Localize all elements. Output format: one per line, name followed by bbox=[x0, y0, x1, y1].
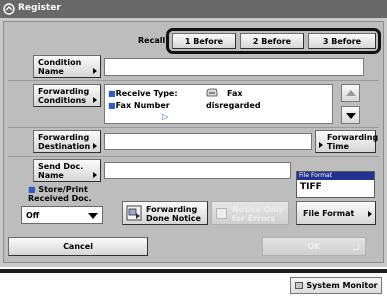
ok-label: OK bbox=[307, 242, 321, 251]
system-monitor-label: System Monitor bbox=[306, 281, 378, 290]
recall-label: Recall bbox=[138, 36, 166, 45]
notice-only-errors-button[interactable]: Notice Only for Errors bbox=[211, 201, 289, 225]
monitor-icon bbox=[295, 282, 303, 289]
cancel-button[interactable]: Cancel bbox=[8, 237, 148, 256]
notice-only-errors-label: Notice Only for Errors bbox=[232, 205, 285, 223]
forwarding-time-button[interactable]: Forwarding Time bbox=[315, 130, 379, 153]
arrow-right-icon bbox=[93, 143, 97, 149]
bullet-icon: ■ bbox=[28, 185, 39, 194]
fax-number-key: ■Fax Number bbox=[108, 101, 170, 110]
divider bbox=[8, 80, 379, 81]
recall-2-before-button[interactable]: 2 Before bbox=[240, 33, 304, 49]
fax-number-value: disregarded bbox=[206, 101, 261, 110]
scroll-down-icon bbox=[346, 113, 356, 119]
arrow-right-icon bbox=[319, 142, 323, 148]
file-format-display: File Format TIFF bbox=[296, 171, 375, 198]
forwarding-time-label: Forwarding Time bbox=[327, 133, 379, 151]
more-indicator-icon: ▷ bbox=[162, 112, 169, 121]
file-format-header: File Format bbox=[297, 172, 374, 180]
store-print-selected: Off bbox=[26, 211, 40, 220]
notice-icon bbox=[126, 205, 142, 221]
arrow-right-icon bbox=[93, 97, 97, 103]
status-bar: System Monitor bbox=[0, 269, 387, 296]
condition-name-button[interactable]: Condition Name bbox=[33, 55, 101, 78]
register-screen: Register Recall 1 Before 2 Before 3 Befo… bbox=[0, 0, 387, 267]
cancel-label: Cancel bbox=[63, 242, 93, 251]
forwarding-destination-field[interactable] bbox=[104, 133, 312, 150]
forwarding-destination-button[interactable]: Forwarding Destination bbox=[33, 130, 101, 153]
register-icon bbox=[3, 3, 15, 15]
send-doc-name-label: Send Doc. Name bbox=[38, 162, 84, 180]
divider bbox=[8, 156, 379, 157]
file-format-button[interactable]: File Format bbox=[296, 201, 376, 225]
ok-button[interactable]: OK bbox=[262, 237, 366, 256]
return-icon bbox=[353, 243, 359, 250]
condition-name-label: Condition Name bbox=[38, 58, 82, 76]
scroll-up-button[interactable] bbox=[341, 84, 360, 102]
scroll-up-icon bbox=[346, 90, 356, 96]
forwarding-done-notice-button[interactable]: Forwarding Done Notice bbox=[122, 201, 208, 225]
divider bbox=[8, 127, 379, 128]
condition-name-field[interactable] bbox=[104, 58, 364, 76]
forwarding-done-notice-label: Forwarding Done Notice bbox=[146, 205, 201, 223]
system-monitor-button[interactable]: System Monitor bbox=[290, 277, 382, 294]
checkbox-icon bbox=[216, 208, 227, 219]
send-doc-name-field[interactable] bbox=[104, 162, 291, 179]
arrow-right-icon bbox=[93, 172, 97, 178]
scroll-down-button[interactable] bbox=[341, 106, 360, 124]
fax-icon bbox=[206, 88, 218, 97]
receive-type-value: Fax bbox=[227, 89, 243, 98]
forwarding-conditions-label: Forwarding Conditions bbox=[38, 87, 90, 105]
recall-3-before-label: 3 Before bbox=[322, 36, 362, 46]
recall-2-before-label: 2 Before bbox=[252, 36, 292, 46]
status-bar-edge bbox=[0, 269, 387, 273]
recall-3-before-button[interactable]: 3 Before bbox=[308, 33, 376, 49]
send-doc-name-button[interactable]: Send Doc. Name bbox=[33, 159, 101, 182]
arrow-right-icon bbox=[368, 211, 372, 217]
store-print-dropdown[interactable]: Off bbox=[21, 206, 103, 224]
chevron-down-icon bbox=[88, 213, 98, 219]
window-title: Register bbox=[18, 3, 61, 13]
file-format-button-label: File Format bbox=[303, 209, 355, 218]
forwarding-conditions-button[interactable]: Forwarding Conditions bbox=[33, 84, 101, 107]
recall-1-before-button[interactable]: 1 Before bbox=[172, 33, 236, 49]
forwarding-destination-label: Forwarding Destination bbox=[38, 133, 91, 151]
recall-1-before-label: 1 Before bbox=[184, 36, 224, 46]
receive-type-key: ■Receive Type: bbox=[108, 89, 178, 98]
file-format-value: TIFF bbox=[300, 182, 322, 192]
store-print-label: ■ Store/Print Received Doc. bbox=[28, 185, 92, 203]
arrow-right-icon bbox=[93, 68, 97, 74]
title-bar: Register bbox=[0, 0, 387, 18]
